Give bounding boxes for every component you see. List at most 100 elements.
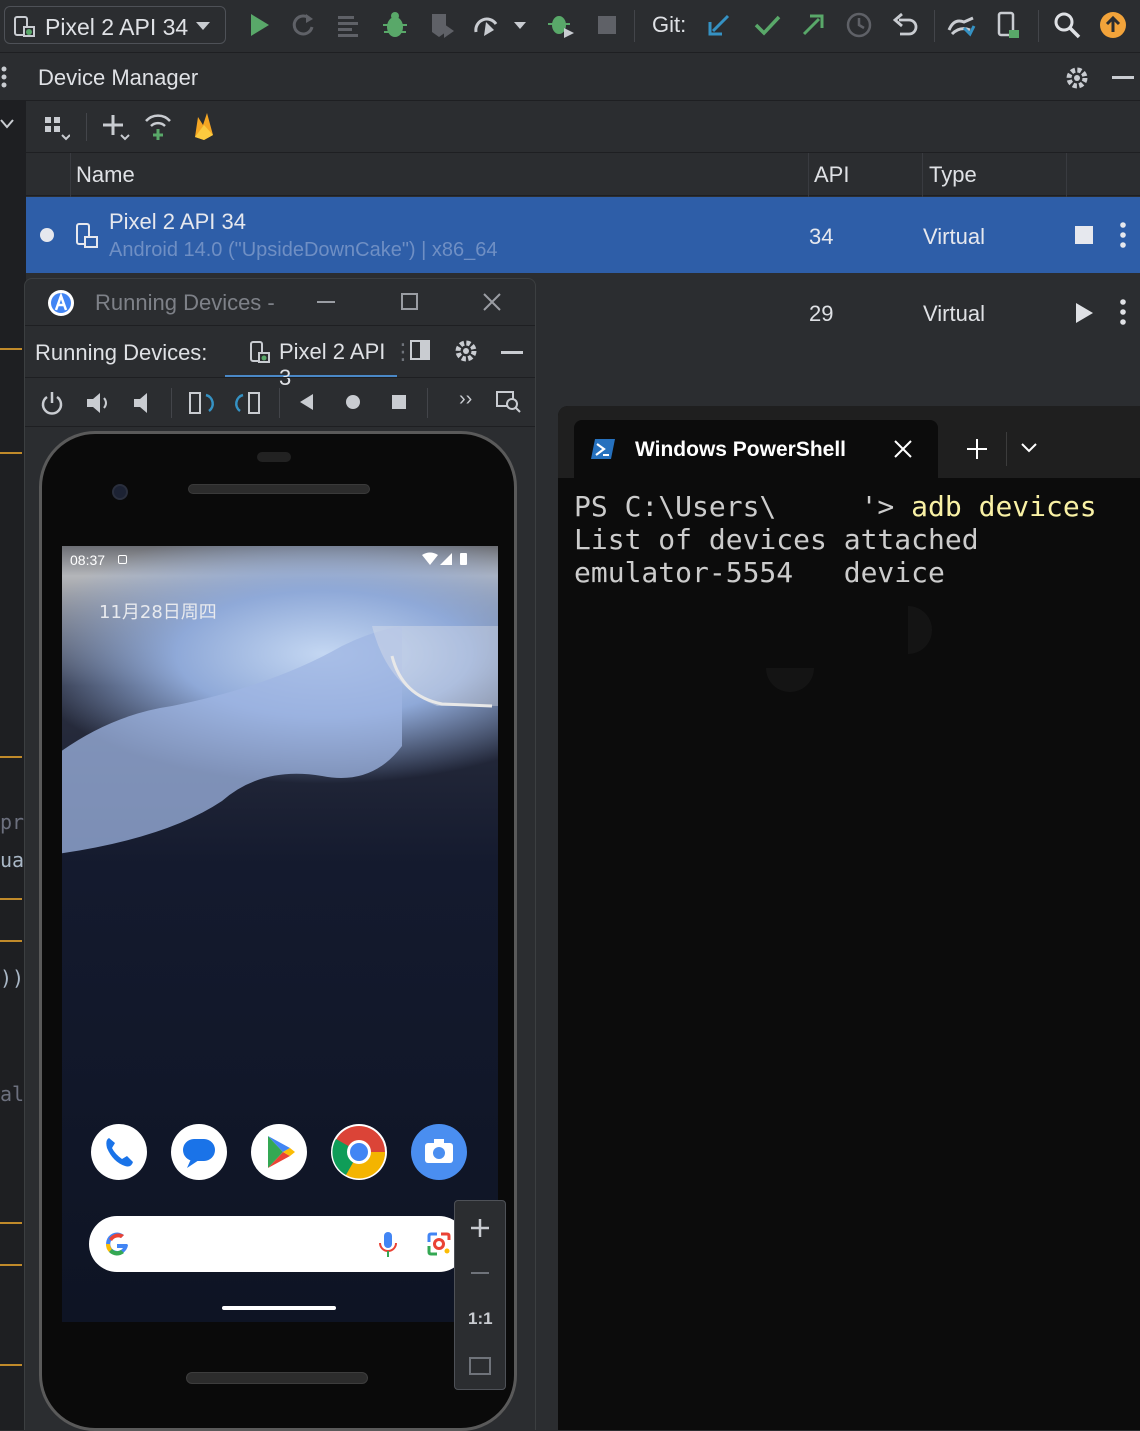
phone-screen[interactable]: 08:37 11月28日周四 — [62, 546, 498, 1322]
screenshot-icon[interactable] — [495, 388, 521, 414]
camera-app-icon[interactable] — [411, 1124, 467, 1180]
toolbar-divider — [634, 10, 635, 42]
git-push-icon[interactable] — [798, 10, 828, 40]
gesture-nav-bar[interactable] — [222, 1306, 336, 1310]
git-update-icon[interactable] — [704, 10, 734, 40]
play-device-icon[interactable] — [1074, 302, 1094, 324]
gear-icon[interactable] — [453, 338, 479, 364]
chrome-icon[interactable] — [331, 1124, 387, 1180]
terminal-tab-title: Windows PowerShell — [635, 438, 847, 461]
powershell-icon — [591, 439, 615, 459]
volume-up-icon[interactable] — [85, 390, 113, 416]
status-dot — [40, 228, 54, 242]
status-icons — [422, 552, 467, 565]
window-titlebar[interactable]: Running Devices - — [25, 279, 535, 325]
firebase-icon[interactable] — [192, 111, 216, 141]
tab-pixel-2-api-34[interactable]: Pixel 2 API 3 ⋮ — [225, 334, 414, 390]
terminal-output[interactable]: PS C:\Users\ '> adb devices List of devi… — [574, 490, 1097, 589]
rerun-icon[interactable] — [288, 10, 318, 40]
device-mirroring-icon[interactable] — [946, 10, 976, 40]
mic-icon[interactable] — [377, 1230, 399, 1260]
stop-device-icon[interactable] — [1075, 226, 1093, 244]
profile-icon[interactable] — [426, 10, 456, 40]
add-device-icon[interactable] — [102, 113, 130, 141]
maximize-icon[interactable] — [401, 293, 418, 310]
attach-icon[interactable] — [472, 10, 502, 40]
power-icon[interactable] — [39, 390, 65, 416]
more-vertical-icon[interactable] — [1118, 221, 1128, 249]
zoom-fit-icon[interactable] — [469, 1357, 491, 1375]
divider — [1006, 432, 1007, 466]
messages-app-icon[interactable] — [171, 1124, 227, 1180]
git-commit-icon[interactable] — [752, 10, 782, 40]
code-fragment: al — [0, 1082, 25, 1106]
minimize-icon[interactable] — [501, 351, 523, 354]
column-separator — [70, 153, 71, 197]
search-icon[interactable] — [1052, 10, 1082, 40]
google-search-bar[interactable] — [89, 1216, 467, 1272]
device-manager-icon[interactable] — [994, 10, 1024, 40]
split-view-icon[interactable] — [410, 340, 430, 360]
run-config-selector[interactable]: Pixel 2 API 34 — [4, 6, 226, 44]
back-icon[interactable] — [297, 392, 317, 412]
play-store-icon[interactable] — [251, 1124, 307, 1180]
zoom-actual-size[interactable]: 1:1 — [468, 1309, 493, 1329]
history-icon[interactable] — [844, 10, 874, 40]
phone-app-icon[interactable] — [91, 1124, 147, 1180]
gutter-marker — [0, 1222, 22, 1224]
close-icon[interactable] — [894, 440, 912, 458]
device-row[interactable]: Pixel 2 API 34 Android 14.0 ("UpsideDown… — [26, 197, 1140, 273]
run-icon[interactable] — [244, 10, 274, 40]
chevron-down-icon[interactable] — [512, 20, 528, 32]
device-manager-toolbar — [26, 100, 1140, 152]
editor-gutter: pr ua )) al — [0, 100, 26, 1430]
gutter-marker — [0, 348, 22, 350]
rotate-left-icon[interactable] — [187, 389, 217, 417]
gutter-marker — [0, 1364, 22, 1366]
phone-device-icon — [76, 223, 98, 248]
column-separator — [1066, 153, 1067, 197]
zoom-out-icon[interactable] — [471, 1272, 489, 1274]
update-icon[interactable] — [1098, 10, 1128, 40]
chevron-down-icon[interactable] — [1020, 442, 1038, 454]
gutter-marker — [0, 940, 22, 942]
lens-icon[interactable] — [425, 1230, 453, 1258]
debug-icon[interactable] — [380, 10, 410, 40]
device-name: Pixel 2 API 34 — [109, 209, 246, 234]
google-g-icon — [105, 1232, 128, 1256]
column-name[interactable]: Name — [76, 162, 135, 188]
new-tab-icon[interactable] — [966, 438, 988, 460]
notification-icon — [118, 555, 127, 564]
toolbar-divider — [1038, 10, 1039, 42]
more-vertical-icon[interactable] — [0, 65, 10, 89]
volume-down-icon[interactable] — [131, 390, 155, 416]
more-actions-icon[interactable]: ›› — [459, 388, 472, 411]
tab-powershell[interactable]: Windows PowerShell — [574, 420, 938, 478]
git-label: Git: — [652, 12, 687, 37]
more-vertical-icon[interactable] — [1118, 298, 1128, 326]
column-api[interactable]: API — [814, 162, 849, 188]
minimize-icon[interactable] — [317, 301, 335, 303]
zoom-in-icon[interactable] — [469, 1217, 491, 1239]
rotate-right-icon[interactable] — [233, 389, 263, 417]
chevron-down-icon[interactable] — [0, 118, 14, 130]
wifi-pair-icon[interactable] — [144, 111, 172, 141]
coverage-icon[interactable] — [334, 10, 364, 40]
close-icon[interactable] — [483, 293, 501, 311]
device-controls-toolbar: ›› — [25, 377, 535, 427]
group-icon[interactable] — [44, 115, 70, 141]
main-toolbar: Pixel 2 API 34 Git: — [0, 0, 1140, 52]
stop-icon[interactable] — [592, 10, 622, 40]
column-type[interactable]: Type — [929, 162, 977, 188]
gear-icon[interactable] — [1064, 65, 1090, 91]
command-text: adb devices — [911, 490, 1097, 523]
device-icon — [14, 16, 35, 37]
apply-changes-icon[interactable] — [546, 10, 576, 40]
home-icon[interactable] — [343, 392, 363, 412]
device-table-header: Name API Type — [26, 152, 1140, 197]
device-api: 34 — [809, 224, 834, 249]
code-fragment: ua — [0, 848, 25, 872]
overview-icon[interactable] — [389, 392, 409, 412]
revert-icon[interactable] — [890, 10, 920, 40]
minimize-icon[interactable] — [1112, 76, 1134, 79]
